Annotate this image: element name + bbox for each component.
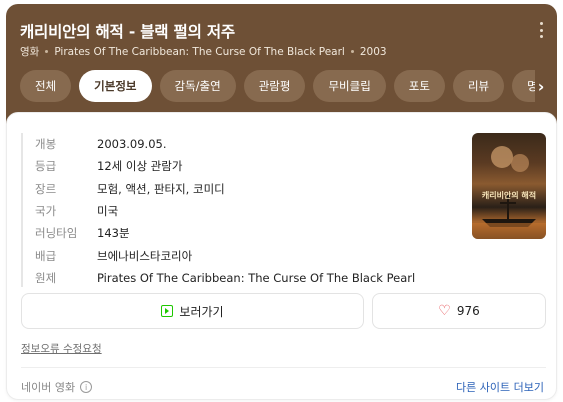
info-value: 12세 이상 관람가 xyxy=(97,159,183,174)
info-key: 개봉 xyxy=(35,137,57,152)
info-icon[interactable]: i xyxy=(80,381,93,393)
source-text: 네이버 영화 xyxy=(21,381,76,394)
tab-photos[interactable]: 포토 xyxy=(393,70,445,102)
heart-icon: ♡ xyxy=(438,303,451,319)
tab-director-cast[interactable]: 감독/출연 xyxy=(159,70,236,102)
info-key: 러닝타임 xyxy=(35,226,78,241)
info-key: 배급 xyxy=(35,248,57,263)
category-label: 영화 xyxy=(20,46,40,58)
tab-user-reviews[interactable]: 리뷰 xyxy=(452,70,505,102)
info-row-distributor: 배급 브에나비스타코리아 xyxy=(21,244,415,266)
like-count: 976 xyxy=(456,304,480,318)
info-value: 미국 xyxy=(97,204,119,219)
watch-button[interactable]: 보러가기 xyxy=(21,293,364,329)
poster-title: 캐리비안의 해적 xyxy=(481,191,537,200)
basic-info-panel: 개봉 2003.09.05. 등급 12세 이상 관람가 장르 모험, 액션, … xyxy=(6,112,557,400)
year-label: 2003 xyxy=(359,45,387,58)
info-key: 등급 xyxy=(35,159,57,174)
source-label: 네이버 영화 i xyxy=(21,379,93,395)
info-key: 국가 xyxy=(35,204,57,219)
tab-reviews[interactable]: 관람평 xyxy=(243,70,306,102)
info-value: Pirates Of The Caribbean: The Curse Of T… xyxy=(97,270,416,285)
more-options-icon[interactable] xyxy=(539,22,543,38)
movie-info-card: 캐리비안의 해적 - 블랙 펄의 저주 영화 Pirates Of The Ca… xyxy=(6,4,557,400)
info-list: 개봉 2003.09.05. 등급 12세 이상 관람가 장르 모험, 액션, … xyxy=(21,133,415,289)
info-value: 브에나비스타코리아 xyxy=(97,248,193,263)
movie-title[interactable]: 캐리비안의 해적 - 블랙 펄의 저주 xyxy=(20,20,235,42)
tab-basic-info[interactable]: 기본정보 xyxy=(79,70,152,102)
separator-dot xyxy=(45,50,49,53)
info-row-country: 국가 미국 xyxy=(21,200,415,222)
divider xyxy=(21,367,546,368)
watch-label: 보러가기 xyxy=(179,304,224,319)
movie-meta: 영화 Pirates Of The Caribbean: The Curse O… xyxy=(20,44,387,59)
original-title-label: Pirates Of The Caribbean: The Curse Of T… xyxy=(54,45,345,58)
info-key: 원제 xyxy=(35,270,57,285)
like-button[interactable]: ♡ 976 xyxy=(372,293,546,329)
tab-movie-clips[interactable]: 무비클립 xyxy=(313,70,386,102)
info-row-original-title: 원제 Pirates Of The Caribbean: The Curse O… xyxy=(21,267,415,289)
play-icon xyxy=(161,305,174,317)
chevron-right-icon[interactable]: › xyxy=(531,76,551,96)
info-value: 2003.09.05. xyxy=(97,137,167,152)
info-row-runtime: 러닝타임 143분 xyxy=(21,222,415,244)
info-row-rating: 등급 12세 이상 관람가 xyxy=(21,155,415,177)
tab-bar: 전체 기본정보 감독/출연 관람평 무비클립 포토 리뷰 명대사 xyxy=(20,70,535,102)
more-sites-link[interactable]: 다른 사이트 더보기 xyxy=(456,379,544,395)
info-value: 143분 xyxy=(97,226,130,241)
info-row-release: 개봉 2003.09.05. xyxy=(21,133,415,155)
info-key: 장르 xyxy=(35,181,57,196)
poster-artwork xyxy=(472,146,546,239)
movie-poster[interactable]: 캐리비안의 해적 xyxy=(472,133,546,239)
tab-all[interactable]: 전체 xyxy=(20,70,72,102)
info-value: 모험, 액션, 판타지, 코미디 xyxy=(97,181,225,196)
report-error-link[interactable]: 정보오류 수정요청 xyxy=(21,341,102,356)
separator-dot xyxy=(350,50,354,53)
info-row-genre: 장르 모험, 액션, 판타지, 코미디 xyxy=(21,178,415,200)
